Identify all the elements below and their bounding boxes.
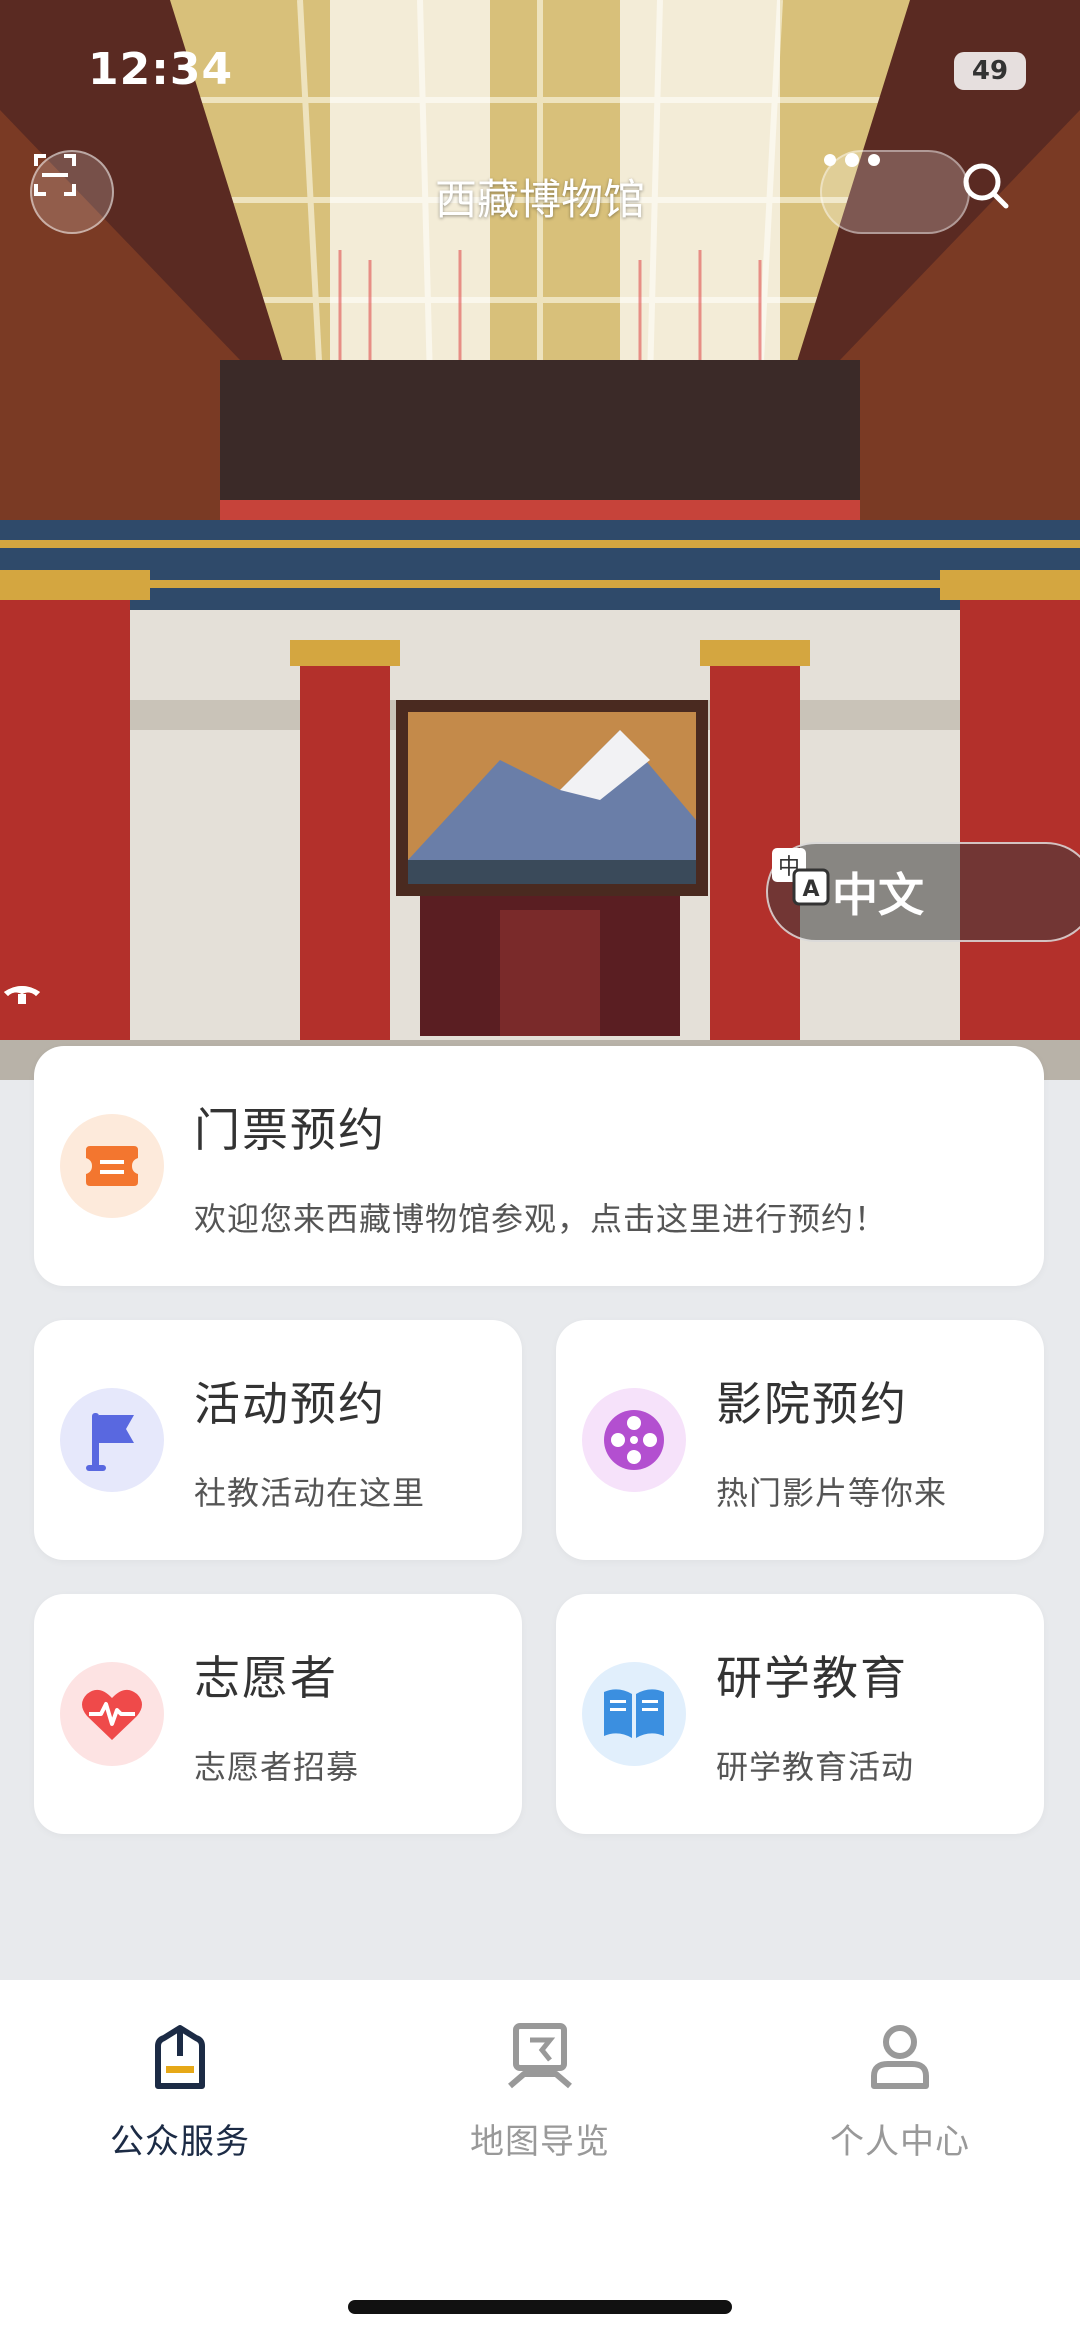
book-icon: [582, 1662, 686, 1766]
study-education-card[interactable]: 研学教育 研学教育活动: [556, 1594, 1044, 1834]
card-title: 门票预约: [194, 1103, 386, 1157]
tab-personal-center[interactable]: 个人中心: [750, 2020, 1050, 2163]
search-icon: [963, 163, 1009, 209]
svg-text:A: A: [802, 877, 819, 902]
language-toggle[interactable]: 中 A 中文: [766, 842, 1080, 942]
tab-label: 地图导览: [470, 2122, 610, 2162]
battery-indicator: 49: [954, 52, 1026, 90]
card-subtitle: 志愿者招募: [194, 1748, 360, 1786]
heart-pulse-icon: [60, 1662, 164, 1766]
volunteer-card[interactable]: 志愿者 志愿者招募: [34, 1594, 522, 1834]
tab-public-services[interactable]: 公众服务: [30, 2020, 330, 2163]
card-title: 志愿者: [194, 1651, 338, 1705]
language-label: 中文: [832, 868, 924, 922]
bottom-tab-bar: 公众服务 地图导览 个人中心: [0, 1980, 1080, 2337]
home-indicator[interactable]: [348, 2300, 732, 2314]
screen: 12:34 49 西藏博物馆 中 A 中文 门票预约 欢迎您来西藏博物馆参观，点…: [0, 0, 1080, 2337]
translate-icon: 中 A: [772, 848, 830, 906]
card-title: 影院预约: [716, 1377, 908, 1431]
cinema-reservation-card[interactable]: 影院预约 热门影片等你来: [556, 1320, 1044, 1560]
flag-icon: [60, 1388, 164, 1492]
hero-banner[interactable]: 12:34 49 西藏博物馆 中 A 中文: [0, 0, 1080, 1080]
search-button[interactable]: [960, 160, 1030, 230]
profile-icon: [871, 2025, 929, 2089]
ticket-reservation-card[interactable]: 门票预约 欢迎您来西藏博物馆参观，点击这里进行预约！: [34, 1046, 1044, 1286]
card-subtitle: 研学教育活动: [716, 1748, 915, 1786]
card-subtitle: 社教活动在这里: [194, 1474, 426, 1512]
ticket-icon: [60, 1114, 164, 1218]
services-icon: [155, 2025, 205, 2089]
card-subtitle: 热门影片等你来: [716, 1474, 948, 1512]
card-subtitle: 欢迎您来西藏博物馆参观，点击这里进行预约！: [194, 1200, 888, 1238]
carousel-dot[interactable]: [0, 982, 44, 1006]
card-title: 活动预约: [194, 1377, 386, 1431]
tab-map-guide[interactable]: 地图导览: [390, 2020, 690, 2163]
activity-reservation-card[interactable]: 活动预约 社教活动在这里: [34, 1320, 522, 1560]
film-reel-icon: [582, 1388, 686, 1492]
more-menu-button[interactable]: [820, 150, 970, 234]
tab-label: 公众服务: [110, 2122, 250, 2162]
tab-label: 个人中心: [830, 2122, 970, 2162]
more-dots-icon: [824, 153, 880, 167]
status-time: 12:34: [88, 44, 234, 95]
map-guide-icon: [508, 2023, 572, 2089]
card-title: 研学教育: [716, 1651, 908, 1705]
